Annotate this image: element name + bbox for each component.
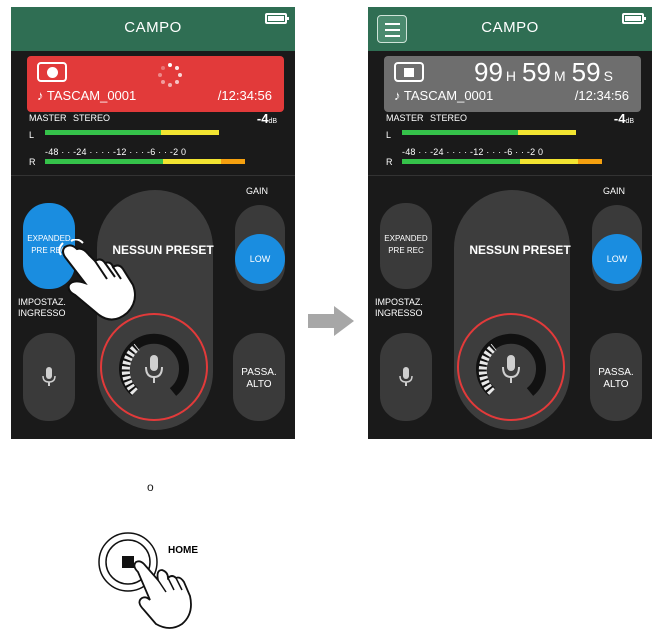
gain-low-indicator[interactable]: LOW <box>235 234 285 284</box>
channel-l-label: L <box>386 130 392 140</box>
input-settings-label: IMPOSTAZ. INGRESSO <box>375 297 423 318</box>
level-value: -4dB <box>256 111 277 126</box>
meter-l-green <box>402 130 518 135</box>
high-pass-line1: PASSA. <box>598 367 634 378</box>
meter-scale: -48 · · -24 · · · · -12 · · · -6 · · -2 … <box>45 147 187 157</box>
master-label: MASTER <box>386 113 424 123</box>
stopped-status-card[interactable]: 99 H 59 M 59 S ♪ TASCAM_0001 /12:34:56 <box>384 56 641 112</box>
gain-low-indicator[interactable]: LOW <box>592 234 642 284</box>
stop-icon <box>394 62 424 82</box>
meter-r-yellow <box>163 159 221 164</box>
battery-icon <box>622 13 646 24</box>
level-value: -4dB <box>613 111 634 126</box>
meter-r-orange <box>578 159 602 164</box>
divider <box>11 175 295 176</box>
input-level-dial <box>119 333 189 396</box>
stereo-label: STEREO <box>73 113 111 123</box>
title-bar: CAMPO <box>368 7 652 51</box>
channel-r-label: R <box>29 157 36 167</box>
meter-r-green <box>402 159 520 164</box>
meter-l-yellow <box>518 130 576 135</box>
input-settings-button[interactable] <box>23 333 75 421</box>
high-pass-button[interactable]: PASSA. ALTO <box>590 333 642 421</box>
expanded-pre-rec-button[interactable]: EXPANDED PRE REC <box>380 203 432 289</box>
recording-status-card[interactable]: ♪ TASCAM_0001 /12:34:56 <box>27 56 284 112</box>
screen-title: CAMPO <box>481 19 539 36</box>
master-label: MASTER <box>29 113 67 123</box>
meter-r-green <box>45 159 163 164</box>
record-icon <box>37 62 67 82</box>
input-settings-button[interactable] <box>380 333 432 421</box>
arrow-right-icon <box>308 306 354 336</box>
expanded-line1: EXPANDED <box>384 234 428 243</box>
remaining-time: /12:34:56 <box>217 88 272 103</box>
input-level-dial <box>476 333 546 396</box>
gain-label: GAIN <box>245 186 268 196</box>
recording-timer: 99 H 59 M 59 S <box>474 57 613 87</box>
screen-title: CAMPO <box>124 19 182 36</box>
meter-r-orange <box>221 159 245 164</box>
high-pass-line1: PASSA. <box>241 367 277 378</box>
meter-scale: -48 · · -24 · · · · -12 · · · -6 · · -2 … <box>402 147 544 157</box>
preset-label: NESSUN PRESET <box>469 243 571 257</box>
file-name: ♪ TASCAM_0001 <box>37 88 137 103</box>
meter-r-yellow <box>520 159 578 164</box>
high-pass-button[interactable]: PASSA. ALTO <box>233 333 285 421</box>
stereo-label: STEREO <box>430 113 468 123</box>
high-pass-line2: ALTO <box>246 379 272 390</box>
or-separator: o <box>147 480 154 494</box>
divider <box>368 175 652 176</box>
screen-after: CAMPO 99 H 59 M 59 S ♪ TASCAM_0001 /12:34:56 … <box>368 7 652 439</box>
channel-l-label: L <box>29 130 35 140</box>
title-bar: CAMPO <box>11 7 295 51</box>
file-name: ♪ TASCAM_0001 <box>394 88 494 103</box>
meter-l-green <box>45 130 161 135</box>
expanded-line2: PRE REC <box>388 246 424 255</box>
tap-hand-icon <box>58 239 136 321</box>
remaining-time: /12:34:56 <box>574 88 629 103</box>
channel-r-label: R <box>386 157 393 167</box>
high-pass-line2: ALTO <box>603 379 629 390</box>
spinner-icon <box>158 63 182 87</box>
gain-label: GAIN <box>602 186 625 196</box>
meter-l-yellow <box>161 130 219 135</box>
screen-before: CAMPO ♪ TASCAM_0001 /12:34:56 MASTER STE… <box>11 7 295 439</box>
mic-icon <box>399 367 413 386</box>
home-button-label: HOME <box>168 545 198 556</box>
mic-icon <box>42 367 56 386</box>
battery-icon <box>265 13 289 24</box>
